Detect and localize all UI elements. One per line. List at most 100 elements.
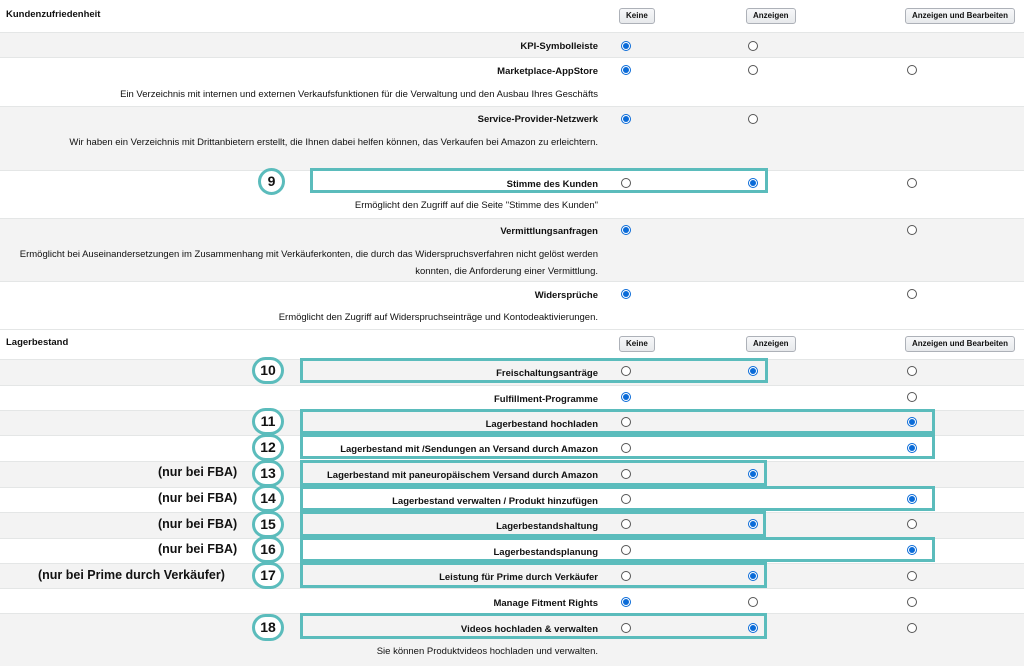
radio-anzeigen-und-bearbeiten[interactable] — [907, 178, 917, 188]
permission-row-vermittlungsanfragen: Vermittlungsanfragen Ermöglicht bei Ause… — [0, 218, 1024, 281]
annotation-badge-14: 14 — [252, 485, 284, 512]
radio-anzeigen[interactable] — [748, 519, 758, 529]
permission-row-videos: Videos hochladen & verwalten Sie können … — [0, 613, 1024, 666]
permission-row-kpi: KPI-Symbolleiste — [0, 32, 1024, 57]
section-header-kundenzufriedenheit: Kundenzufriedenheit Keine Anzeigen Anzei… — [0, 0, 1024, 32]
annotation-badge-13: 13 — [252, 460, 284, 487]
radio-anzeigen[interactable] — [748, 623, 758, 633]
radio-anzeigen[interactable] — [748, 178, 758, 188]
column-button-anzeigen-und-bearbeiten[interactable]: Anzeigen und Bearbeiten — [905, 336, 1016, 352]
radio-anzeigen[interactable] — [748, 41, 758, 51]
annotation-badge-11: 11 — [252, 408, 284, 435]
note-nur-bei-fba: (nur bei FBA) — [158, 491, 238, 505]
permission-description: Ermöglicht den Zugriff auf die Seite "St… — [354, 200, 598, 211]
permission-row-lagerbestandshaltung: Lagerbestandshaltung — [0, 512, 1024, 538]
note-nur-bei-fba: (nur bei FBA) — [158, 465, 238, 479]
permission-row-service-provider: Service-Provider-Netzwerk Wir haben ein … — [0, 106, 1024, 170]
permission-label: Fulfillment-Programme — [494, 394, 598, 405]
permission-label: Freischaltungsanträge — [496, 368, 598, 379]
permission-label: Vermittlungsanfragen — [500, 226, 598, 237]
column-button-keine[interactable]: Keine — [619, 336, 655, 352]
permission-row-lagerbestand-hochladen: Lagerbestand hochladen — [0, 410, 1024, 435]
permission-label: Manage Fitment Rights — [493, 598, 598, 609]
radio-anzeigen-und-bearbeiten[interactable] — [907, 623, 917, 633]
permission-row-paneuropaeisch: Lagerbestand mit paneuropäischem Versand… — [0, 461, 1024, 487]
permission-label: Stimme des Kunden — [506, 179, 598, 190]
permission-description: Wir haben ein Verzeichnis mit Drittanbie… — [69, 137, 598, 148]
radio-keine[interactable] — [621, 225, 631, 235]
permission-label: Lagerbestand mit /Sendungen an Versand d… — [340, 444, 598, 455]
radio-keine[interactable] — [621, 41, 631, 51]
radio-keine[interactable] — [621, 597, 631, 607]
section-title: Kundenzufriedenheit — [6, 9, 101, 20]
column-button-anzeigen[interactable]: Anzeigen — [746, 336, 796, 352]
radio-keine[interactable] — [621, 178, 631, 188]
radio-anzeigen-und-bearbeiten[interactable] — [907, 519, 917, 529]
permission-row-lagerbestandsplanung: Lagerbestandsplanung — [0, 538, 1024, 563]
permission-label: Marketplace-AppStore — [497, 66, 598, 77]
annotation-badge-15: 15 — [252, 511, 284, 538]
radio-anzeigen[interactable] — [748, 114, 758, 124]
radio-keine[interactable] — [621, 571, 631, 581]
column-button-keine[interactable]: Keine — [619, 8, 655, 24]
permission-label: Lagerbestand verwalten / Produkt hinzufü… — [392, 496, 598, 507]
note-nur-bei-prime: (nur bei Prime durch Verkäufer) — [38, 568, 225, 582]
radio-keine[interactable] — [621, 494, 631, 504]
radio-anzeigen-und-bearbeiten[interactable] — [907, 597, 917, 607]
permission-description: Ermöglicht bei Auseinandersetzungen im Z… — [19, 249, 598, 277]
radio-anzeigen-und-bearbeiten[interactable] — [907, 545, 917, 555]
radio-anzeigen-und-bearbeiten[interactable] — [907, 417, 917, 427]
radio-anzeigen[interactable] — [748, 366, 758, 376]
permission-label: Videos hochladen & verwalten — [460, 624, 598, 635]
radio-anzeigen[interactable] — [748, 65, 758, 75]
permission-label: Widersprüche — [534, 290, 598, 301]
radio-keine[interactable] — [621, 443, 631, 453]
permission-description: Ermöglicht den Zugriff auf Widerspruchse… — [278, 312, 598, 323]
permission-row-freischaltung: Freischaltungsanträge — [0, 359, 1024, 385]
annotation-badge-18: 18 — [252, 614, 284, 641]
radio-keine[interactable] — [621, 392, 631, 402]
radio-keine[interactable] — [621, 469, 631, 479]
radio-keine[interactable] — [621, 623, 631, 633]
radio-keine[interactable] — [621, 545, 631, 555]
radio-anzeigen-und-bearbeiten[interactable] — [907, 494, 917, 504]
radio-anzeigen-und-bearbeiten[interactable] — [907, 571, 917, 581]
section-title: Lagerbestand — [6, 337, 69, 348]
radio-keine[interactable] — [621, 65, 631, 75]
permission-label: Lagerbestand hochladen — [485, 419, 598, 430]
section-header-lagerbestand: Lagerbestand Keine Anzeigen Anzeigen und… — [0, 329, 1024, 359]
note-nur-bei-fba: (nur bei FBA) — [158, 542, 238, 556]
radio-anzeigen-und-bearbeiten[interactable] — [907, 225, 917, 235]
radio-anzeigen[interactable] — [748, 597, 758, 607]
radio-anzeigen-und-bearbeiten[interactable] — [907, 65, 917, 75]
radio-anzeigen-und-bearbeiten[interactable] — [907, 443, 917, 453]
permission-row-fulfillment: Fulfillment-Programme — [0, 385, 1024, 410]
permission-description: Sie können Produktvideos hochladen und v… — [376, 646, 598, 657]
radio-keine[interactable] — [621, 417, 631, 427]
permission-label: KPI-Symbolleiste — [520, 41, 598, 52]
radio-anzeigen-und-bearbeiten[interactable] — [907, 366, 917, 376]
annotation-badge-10: 10 — [252, 357, 284, 384]
radio-anzeigen[interactable] — [748, 571, 758, 581]
permission-label: Lagerbestand mit paneuropäischem Versand… — [327, 470, 598, 481]
radio-keine[interactable] — [621, 366, 631, 376]
radio-anzeigen-und-bearbeiten[interactable] — [907, 392, 917, 402]
annotation-badge-9: 9 — [258, 168, 285, 195]
permission-label: Lagerbestandsplanung — [493, 547, 598, 558]
permission-row-marketplace: Marketplace-AppStore Ein Verzeichnis mit… — [0, 57, 1024, 106]
column-button-anzeigen-und-bearbeiten[interactable]: Anzeigen und Bearbeiten — [905, 8, 1016, 24]
permission-label: Service-Provider-Netzwerk — [477, 114, 598, 125]
permission-row-widersprueche: Widersprüche Ermöglicht den Zugriff auf … — [0, 281, 1024, 329]
radio-keine[interactable] — [621, 114, 631, 124]
column-button-anzeigen[interactable]: Anzeigen — [746, 8, 796, 24]
annotation-badge-17: 17 — [252, 562, 284, 589]
note-nur-bei-fba: (nur bei FBA) — [158, 517, 238, 531]
radio-keine[interactable] — [621, 519, 631, 529]
permission-row-fitment-rights: Manage Fitment Rights — [0, 588, 1024, 613]
radio-keine[interactable] — [621, 289, 631, 299]
annotation-badge-16: 16 — [252, 536, 284, 563]
radio-anzeigen[interactable] — [748, 469, 758, 479]
permission-row-lagerbestand-versand: Lagerbestand mit /Sendungen an Versand d… — [0, 435, 1024, 461]
radio-anzeigen-und-bearbeiten[interactable] — [907, 289, 917, 299]
permission-label: Lagerbestandshaltung — [496, 521, 598, 532]
